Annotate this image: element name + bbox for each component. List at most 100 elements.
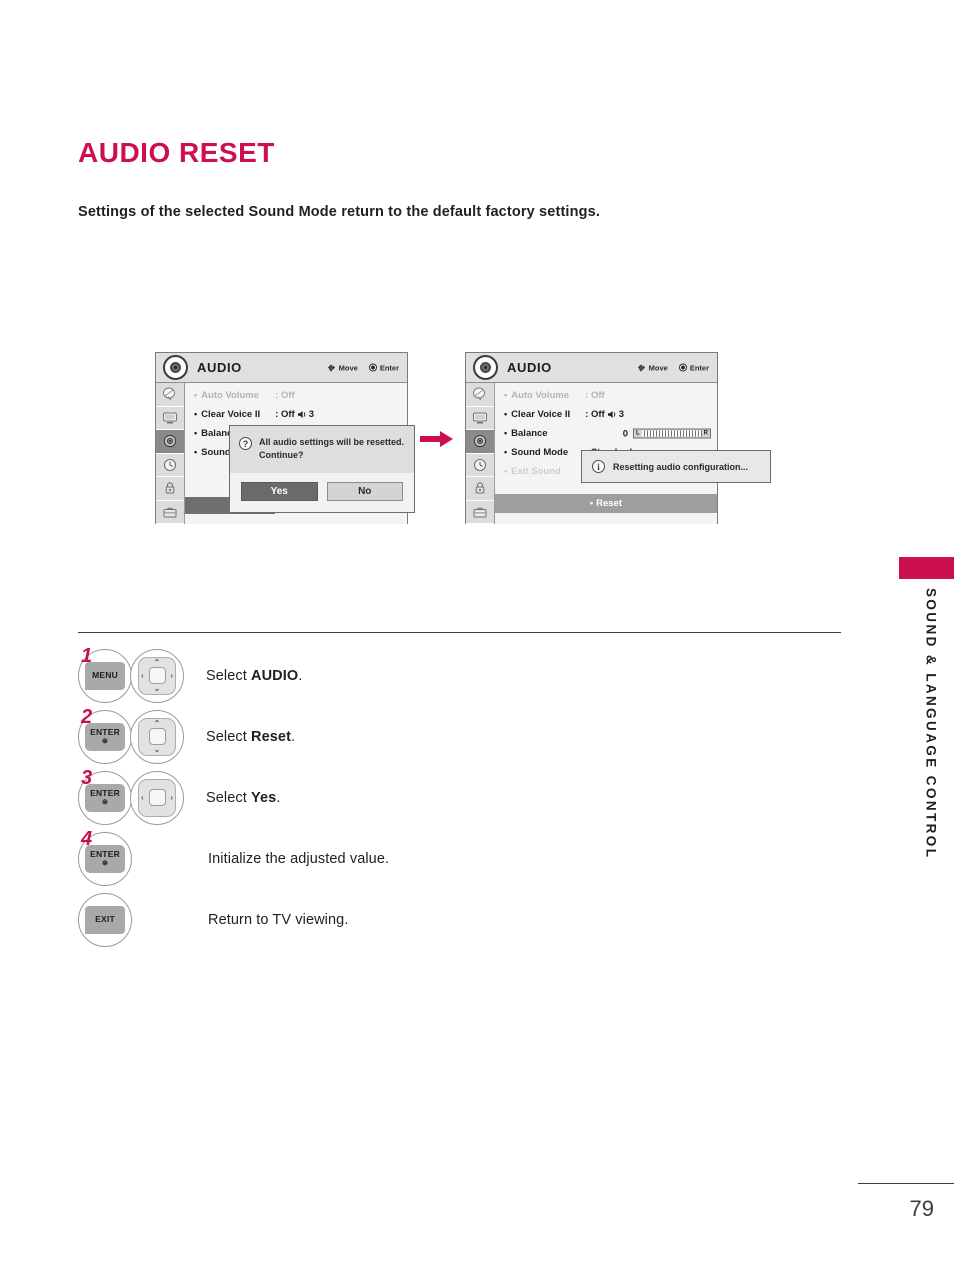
info-dialog-message: Resetting audio configuration... xyxy=(613,461,748,472)
osd-row-balance[interactable]: • Balance 0 L R xyxy=(495,424,717,443)
row-value: : Off xyxy=(275,409,295,420)
exit-button[interactable]: EXIT xyxy=(78,892,132,947)
page-intro-text: Settings of the selected Sound Mode retu… xyxy=(78,204,601,220)
enter-key-symbol: ⊛ xyxy=(101,737,109,745)
row-bullet: • xyxy=(504,447,508,457)
balance-right-label: R xyxy=(703,430,708,437)
osd-row-clear-voice[interactable]: • Clear Voice II : Off 3 xyxy=(185,405,407,424)
row-extra-value: 3 xyxy=(618,409,624,420)
enter-key-label: ENTER xyxy=(90,726,120,737)
enter-key-label: ENTER xyxy=(90,787,120,798)
audio-speaker-icon xyxy=(473,435,487,448)
row-value: : Off xyxy=(585,409,605,420)
rail-item-option[interactable] xyxy=(466,500,494,524)
balance-control[interactable]: 0 L R xyxy=(623,428,711,439)
balance-slider[interactable]: L R xyxy=(633,428,711,439)
enter-dot-icon xyxy=(368,363,377,372)
setup-dish-icon xyxy=(473,387,485,401)
navigation-pad-leftright[interactable]: ‹ › xyxy=(130,770,184,825)
speaker-level-icon xyxy=(607,411,615,418)
row-label: Sound Mode xyxy=(511,447,569,458)
osd-row-clear-voice[interactable]: • Clear Voice II : Off 3 xyxy=(495,405,717,424)
step-row-3: 3 ENTER ⊛ ‹ › Select Yes. xyxy=(78,767,678,828)
arrow-right-icon[interactable]: › xyxy=(170,671,173,680)
rail-item-picture[interactable] xyxy=(466,406,494,430)
arrow-left-icon[interactable]: ‹ xyxy=(141,793,144,802)
navpad-center-button[interactable] xyxy=(148,789,166,806)
step-row-2: 2 ENTER ⊛ ⌃ ⌄ Select Reset. xyxy=(78,706,678,767)
navpad-center-button[interactable] xyxy=(148,728,166,745)
osd-category-rail xyxy=(466,383,495,524)
dialog-message-area: ? All audio settings will be resetted. C… xyxy=(230,426,414,474)
step-text: Return to TV viewing. xyxy=(208,911,349,928)
step-text-suffix: . xyxy=(298,667,303,684)
rail-item-option[interactable] xyxy=(156,500,184,524)
lg-speaker-logo-icon xyxy=(163,355,188,380)
step-number: 3 xyxy=(81,767,93,789)
arrow-right-icon[interactable]: › xyxy=(170,793,173,802)
step-text-bold: Reset xyxy=(251,728,292,745)
rail-item-lock[interactable] xyxy=(466,477,494,501)
row-bullet: • xyxy=(194,409,198,419)
navigation-pad-fourway[interactable]: ⌃ ⌄ ‹ › xyxy=(130,648,184,703)
setup-dish-icon xyxy=(163,387,175,401)
picture-tv-icon xyxy=(163,412,177,424)
step-text-bold: AUDIO xyxy=(251,667,299,684)
no-button[interactable]: No xyxy=(326,482,403,502)
rail-item-lock[interactable] xyxy=(156,477,184,501)
rail-item-setup[interactable] xyxy=(156,383,184,407)
row-label: Clear Voice II xyxy=(201,409,261,420)
rail-item-picture[interactable] xyxy=(156,406,184,430)
exit-key-label: EXIT xyxy=(95,914,115,925)
osd-row-reset[interactable]: • Reset xyxy=(495,494,717,513)
arrow-down-icon[interactable]: ⌄ xyxy=(154,684,161,693)
arrow-up-icon[interactable]: ⌃ xyxy=(154,658,161,667)
enter-dot-icon xyxy=(678,363,687,372)
enter-key-label: ENTER xyxy=(90,848,120,859)
hint-move-label: Move xyxy=(338,363,358,372)
rail-item-time[interactable] xyxy=(156,453,184,477)
step-row-1: 1 MENU ⌃ ⌄ ‹ › Select AUDIO. xyxy=(78,645,678,706)
page-number: 79 xyxy=(909,1196,934,1221)
rail-item-time[interactable] xyxy=(466,453,494,477)
row-bullet: • xyxy=(589,498,594,508)
rail-item-audio[interactable] xyxy=(156,430,184,454)
navpad: ⌃ ⌄ ‹ › xyxy=(138,656,176,695)
enter-key-symbol: ⊛ xyxy=(101,798,109,806)
osd-row-auto-volume[interactable]: • Auto Volume : Off xyxy=(185,386,407,405)
osd-header: AUDIO Move Enter xyxy=(466,353,717,383)
row-label: Auto Volume xyxy=(511,390,570,401)
time-clock-icon xyxy=(163,458,177,471)
navpad-center-button[interactable] xyxy=(148,667,166,684)
osd-row-auto-volume[interactable]: • Auto Volume : Off xyxy=(495,386,717,405)
arrow-down-icon[interactable]: ⌄ xyxy=(154,745,161,754)
step-text-prefix: Select xyxy=(206,728,252,745)
row-value: : Off xyxy=(275,390,295,401)
row-bullet: • xyxy=(504,466,508,476)
arrow-left-icon[interactable]: ‹ xyxy=(141,671,144,680)
rail-item-audio[interactable] xyxy=(466,430,494,454)
info-icon: i xyxy=(592,460,605,473)
hint-move-label: Move xyxy=(648,363,668,372)
arrow-up-icon[interactable]: ⌃ xyxy=(154,719,161,728)
osd-category-rail xyxy=(156,383,185,524)
navigation-pad-updown[interactable]: ⌃ ⌄ xyxy=(130,709,184,764)
yes-button[interactable]: Yes xyxy=(241,482,318,502)
row-bullet: • xyxy=(194,428,198,438)
step-text-bold: Yes xyxy=(251,789,277,806)
dialog-message-line2: Continue? xyxy=(259,450,304,461)
osd-hints: Move Enter xyxy=(637,363,709,372)
right-arrow-icon xyxy=(420,431,453,447)
row-label: Reset xyxy=(596,498,623,509)
rail-item-setup[interactable] xyxy=(466,383,494,407)
hint-enter: Enter xyxy=(368,363,399,372)
exit-key-cap: EXIT xyxy=(85,905,125,934)
page-number-rule xyxy=(858,1183,954,1185)
hint-enter-label: Enter xyxy=(689,363,709,372)
osd-screen-confirm: AUDIO Move Enter • Auto Volume: Off • C… xyxy=(155,352,415,524)
move-arrows-icon xyxy=(637,363,646,372)
option-toolbox-icon xyxy=(163,507,177,518)
hint-move: Move xyxy=(637,363,668,372)
picture-tv-icon xyxy=(473,412,487,424)
balance-value: 0 xyxy=(622,428,628,439)
